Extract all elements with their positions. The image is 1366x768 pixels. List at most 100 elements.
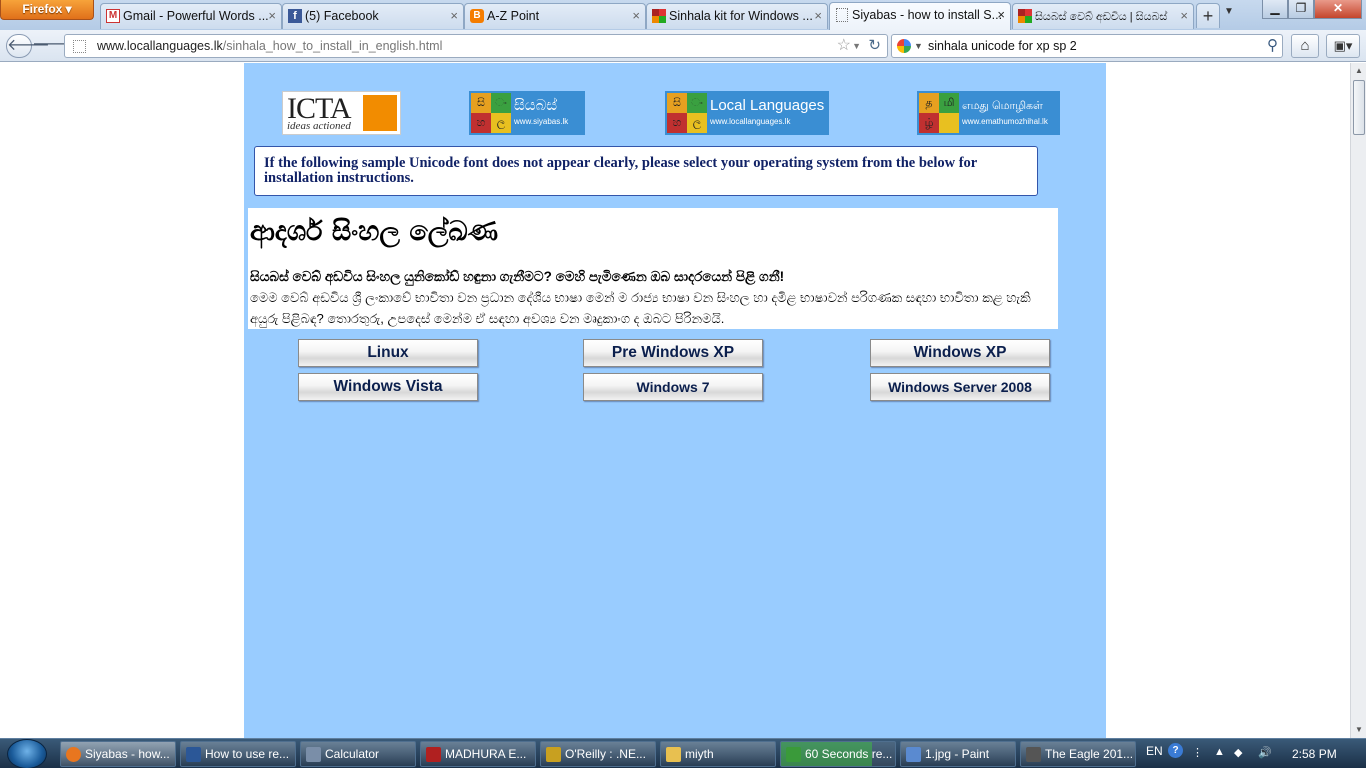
search-engine-dropdown-icon[interactable]: ▼ (914, 35, 923, 57)
tab-az-point[interactable]: B A-Z Point × (464, 3, 646, 29)
taskbar-item-paint[interactable]: 1.jpg - Paint (900, 741, 1016, 767)
forward-button[interactable]: 🡒 (32, 34, 75, 58)
pre-windows-xp-button[interactable]: Pre Windows XP (583, 339, 763, 367)
search-bar[interactable]: ▼ sinhala unicode for xp sp 2 ⚲ (891, 34, 1283, 58)
emathu-logo-text: எமது மொழிகள் (962, 100, 1043, 112)
taskbar-item-oreilly[interactable]: O'Reilly : .NE... (540, 741, 656, 767)
logo-letter: සි (667, 93, 687, 113)
taskbar-item-calculator[interactable]: Calculator (300, 741, 416, 767)
search-input[interactable]: sinhala unicode for xp sp 2 (928, 39, 1077, 53)
logo-letter: සි (471, 93, 491, 113)
taskbar-item-uploader[interactable]: 60 Seconds re... (780, 741, 896, 767)
logo-letter: ල (491, 113, 511, 133)
siyabas-logo[interactable]: සි ං හ ල සියබස් www.siyabas.lk (469, 91, 585, 135)
logo-letter: ං (491, 93, 511, 113)
icta-logo-tagline: ideas actioned (287, 120, 351, 132)
icta-logo[interactable]: ICTA ideas actioned (282, 91, 401, 135)
taskbar-item-label: MADHURA E... (445, 747, 527, 761)
plus-icon: + (1202, 6, 1214, 26)
tab-close-icon[interactable]: × (268, 4, 276, 28)
siyabas-logo-text: සියබස් (514, 97, 558, 114)
tab-close-icon[interactable]: × (814, 4, 822, 28)
windows-vista-button[interactable]: Windows Vista (298, 373, 478, 401)
logo-letter: த (919, 93, 939, 113)
sample-welcome-text: සියබස් වෙබ් අඩවිය සිංහල යුනිකෝඩ් හඳුනා ග… (250, 269, 785, 284)
tab-close-icon[interactable]: × (997, 3, 1005, 27)
network-icon[interactable]: ◆ (1234, 746, 1242, 759)
taskbar-item-firefox[interactable]: Siyabas - how... (60, 741, 176, 767)
windows-xp-button[interactable]: Windows XP (870, 339, 1050, 367)
windows-7-button[interactable]: Windows 7 (583, 373, 763, 401)
emathu-mozhihal-logo[interactable]: த மி ழ் எமது மொழிகள் www.emathumozhihal.… (917, 91, 1060, 135)
sample-title: ආදර්ශ සිංහල ලේඛණ (250, 216, 499, 247)
navigation-toolbar: 🡐 🡒 www.locallanguages.lk/sinhala_how_to… (0, 30, 1366, 62)
local-languages-logo-url: www.locallanguages.lk (710, 117, 791, 126)
show-hidden-icons-icon[interactable]: ▲ (1214, 746, 1225, 758)
history-dropdown-icon[interactable]: ▼ (852, 35, 861, 57)
home-button[interactable]: ⌂ (1291, 34, 1319, 58)
firefox-menu-button[interactable]: Firefox ▾ (0, 0, 94, 20)
paint-icon (906, 747, 921, 762)
google-icon[interactable] (897, 39, 911, 53)
tab-close-icon[interactable]: × (632, 4, 640, 28)
taskbar-item-label: How to use re... (205, 747, 290, 761)
windows-server-2008-button[interactable]: Windows Server 2008 (870, 373, 1050, 401)
new-tab-button[interactable]: + (1196, 3, 1220, 28)
site-identity-icon[interactable] (73, 40, 86, 53)
tab-siyabas-install[interactable]: Siyabas - how to install S... × (829, 2, 1011, 30)
sample-unicode-text-box: ආදර්ශ සිංහල ලේඛණ සියබස් වෙබ් අඩවිය සිංහල… (248, 208, 1058, 329)
help-icon[interactable]: ? (1168, 743, 1183, 758)
word-icon (186, 747, 201, 762)
close-window-button[interactable]: ✕ (1314, 0, 1362, 19)
firefox-icon (66, 747, 81, 762)
siyabas-icon (1018, 9, 1032, 23)
siyabas-icon (652, 9, 666, 23)
taskbar-item-media[interactable]: The Eagle 201... (1020, 741, 1136, 767)
tab-title: සියබස් වෙබ් අඩවිය | සියබස් (1035, 11, 1168, 23)
reload-icon[interactable]: ↻ (868, 35, 881, 57)
tab-gmail[interactable]: M Gmail - Powerful Words ... × (100, 3, 282, 29)
language-indicator[interactable]: EN (1146, 744, 1163, 758)
help-file-icon (546, 747, 561, 762)
keyboard-options-icon[interactable]: ⋮ (1192, 746, 1203, 759)
bookmark-star-icon[interactable]: ☆ (837, 35, 851, 57)
volume-icon[interactable]: 🔊 (1258, 746, 1272, 759)
taskbar-item-label: miyth (685, 747, 714, 761)
logo-letter: හ (471, 113, 491, 133)
logo-letter: ං (687, 93, 707, 113)
search-icon[interactable]: ⚲ (1267, 35, 1278, 57)
scrollbar-thumb[interactable] (1353, 80, 1365, 135)
clock[interactable]: 2:58 PM (1292, 747, 1337, 761)
local-languages-logo[interactable]: සි ං හ ල Local Languages www.locallangua… (665, 91, 829, 135)
url-path: /sinhala_how_to_install_in_english.html (222, 39, 443, 53)
vertical-scrollbar[interactable]: ▲ ▼ (1350, 63, 1366, 738)
facebook-icon: f (288, 9, 302, 23)
taskbar-item-madhura[interactable]: MADHURA E... (420, 741, 536, 767)
minimize-button[interactable]: ▁ (1262, 0, 1288, 19)
gmail-icon: M (106, 9, 120, 23)
list-all-tabs-icon[interactable]: ▼ (1224, 6, 1234, 17)
maximize-button[interactable]: ❐ (1288, 0, 1314, 19)
start-button[interactable] (7, 739, 47, 768)
tab-sinhala-kit[interactable]: Sinhala kit for Windows ... × (646, 3, 828, 29)
bookmarks-button[interactable]: ▣▾ (1326, 34, 1360, 58)
taskbar-item-word[interactable]: How to use re... (180, 741, 296, 767)
logo-letter: හ (667, 113, 687, 133)
madhura-icon (426, 747, 441, 762)
back-button[interactable]: 🡐 (6, 34, 50, 58)
scroll-up-arrow-icon[interactable]: ▲ (1351, 63, 1366, 79)
url-bar[interactable]: www.locallanguages.lk/sinhala_how_to_ins… (64, 34, 888, 58)
tab-facebook[interactable]: f (5) Facebook × (282, 3, 464, 29)
tab-title: (5) Facebook (305, 9, 379, 23)
tab-close-icon[interactable]: × (1180, 4, 1188, 28)
logo-letter: ල (687, 113, 707, 133)
url-host: www.locallanguages.lk (97, 39, 223, 53)
tab-title: Siyabas - how to install S... (852, 8, 1003, 22)
taskbar-item-miyth-folder[interactable]: miyth (660, 741, 776, 767)
blank-page-icon (836, 8, 848, 22)
scroll-down-arrow-icon[interactable]: ▼ (1351, 722, 1366, 738)
firefox-menu-label: Firefox (22, 2, 63, 16)
linux-button[interactable]: Linux (298, 339, 478, 367)
tab-close-icon[interactable]: × (450, 4, 458, 28)
tab-siyabas-home[interactable]: සියබස් වෙබ් අඩවිය | සියබස් × (1012, 3, 1194, 29)
